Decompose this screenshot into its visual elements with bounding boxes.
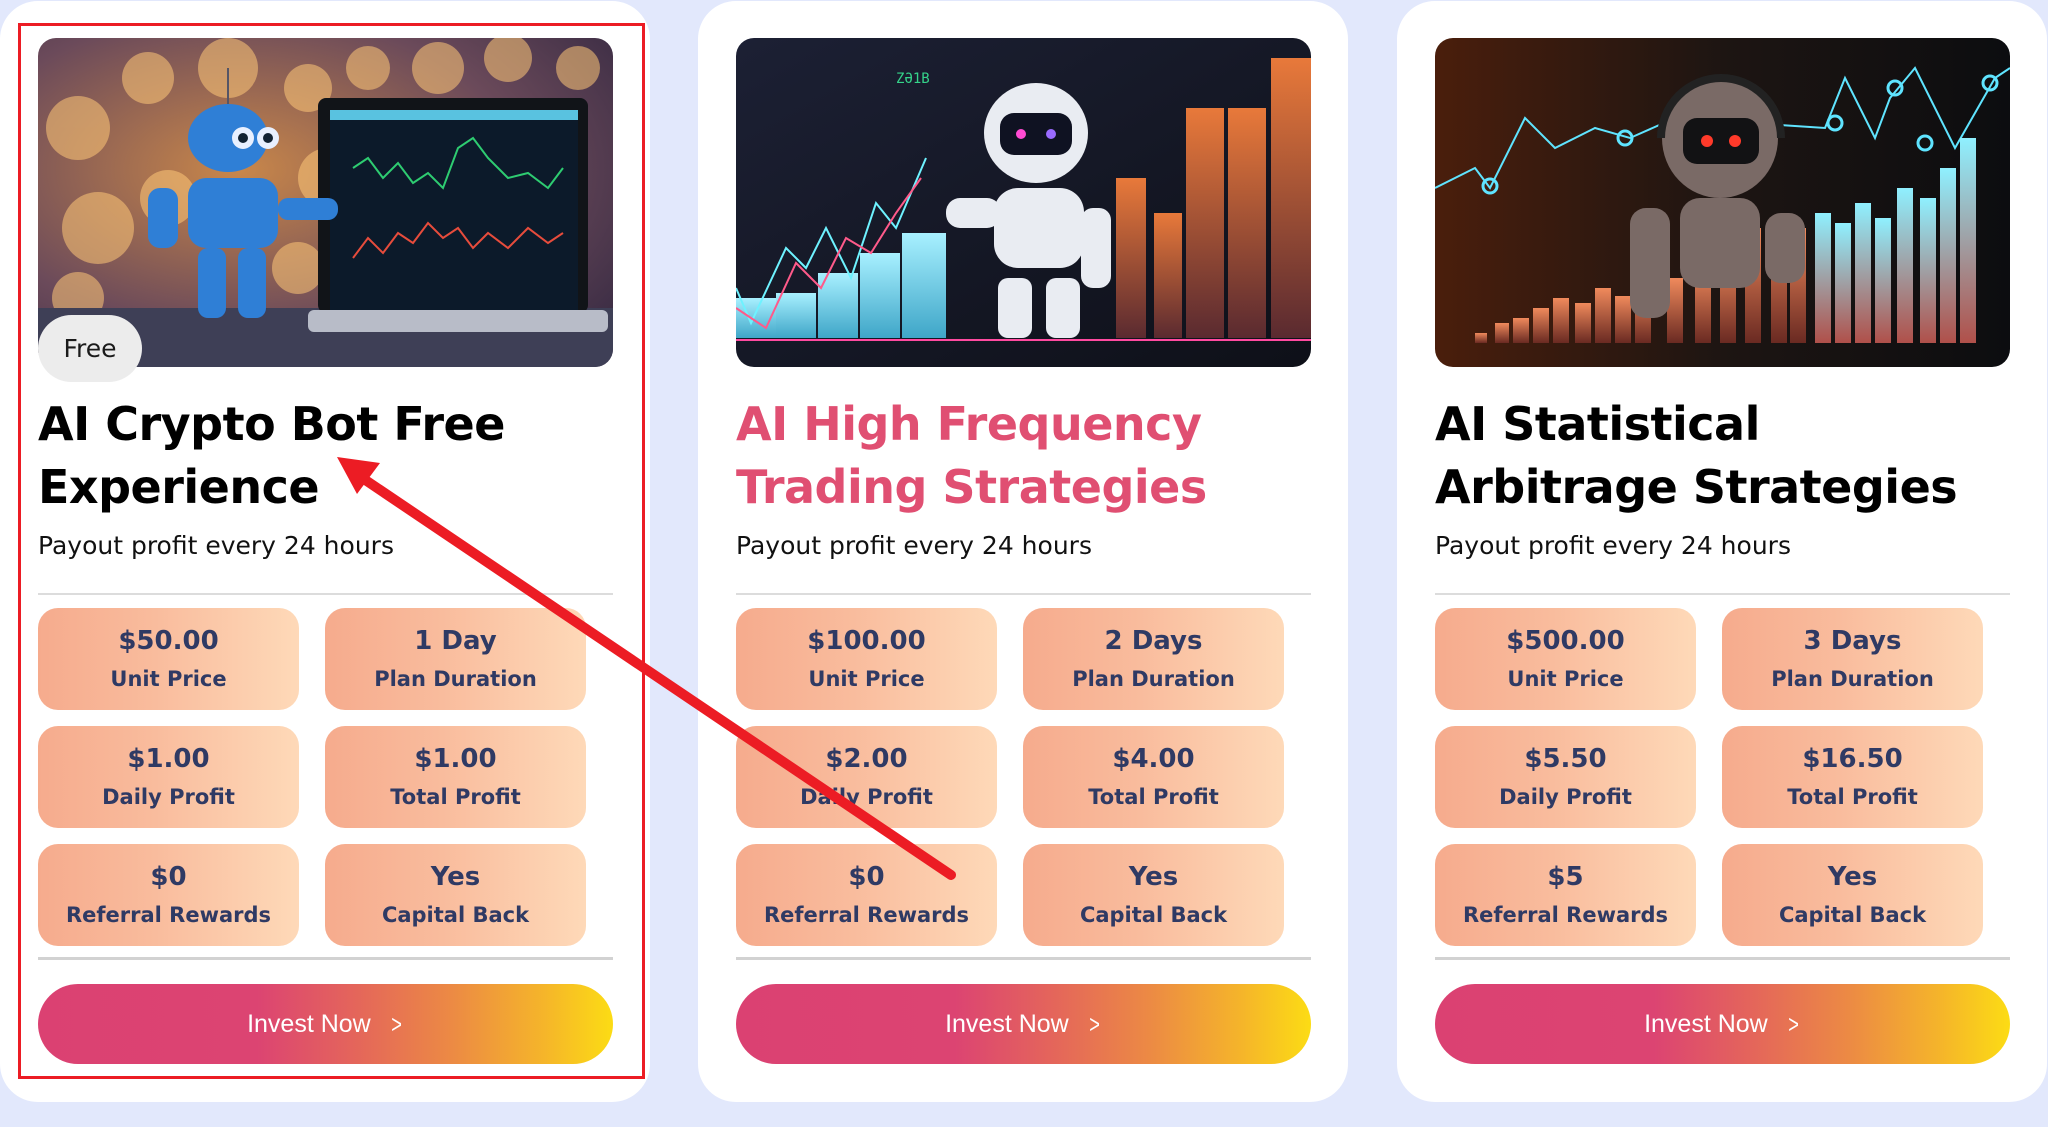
stat-capital-back: Yes Capital Back bbox=[1023, 844, 1284, 946]
stat-value: $0 bbox=[848, 862, 885, 892]
stat-label: Daily Profit bbox=[1499, 785, 1632, 809]
chevron-right-icon: > bbox=[1788, 1008, 1799, 1039]
stat-daily-profit: $2.00 Daily Profit bbox=[736, 726, 997, 828]
headphone-robot-bar-chart-illustration bbox=[1435, 38, 2010, 367]
stat-referral-rewards: $5 Referral Rewards bbox=[1435, 844, 1696, 946]
stat-total-profit: $16.50 Total Profit bbox=[1722, 726, 1983, 828]
plan-stats: $100.00 Unit Price 2 Days Plan Duration $2… bbox=[736, 608, 1285, 946]
stat-label: Capital Back bbox=[1778, 903, 1927, 927]
stat-unit-price: $50.00 Unit Price bbox=[38, 608, 299, 710]
robot-laptop-illustration bbox=[38, 38, 613, 367]
stat-label: Daily Profit bbox=[102, 785, 235, 809]
stat-label: Unit Price bbox=[110, 667, 227, 691]
stat-capital-back: Yes Capital Back bbox=[1722, 844, 1983, 946]
stat-capital-back: Yes Capital Back bbox=[325, 844, 586, 946]
stat-total-profit: $4.00 Total Profit bbox=[1023, 726, 1284, 828]
plan-title: AI High Frequency Trading Strategies bbox=[736, 397, 1207, 514]
plan-stats: $500.00 Unit Price 3 Days Plan Duration $5… bbox=[1435, 608, 1984, 946]
stat-value: 2 Days bbox=[1104, 626, 1203, 656]
stat-value: $100.00 bbox=[807, 626, 926, 656]
divider bbox=[1435, 593, 2010, 595]
stat-value: $16.50 bbox=[1802, 744, 1903, 774]
stat-label: Total Profit bbox=[390, 785, 521, 809]
plan-card-free: Free AI Crypto Bot Free Experience Payou… bbox=[0, 1, 650, 1102]
plan-subtitle: Payout profit every 24 hours bbox=[38, 531, 394, 560]
stat-value: Yes bbox=[1827, 862, 1878, 892]
divider bbox=[38, 957, 613, 960]
invest-now-button[interactable]: Invest Now > bbox=[1435, 984, 2010, 1064]
stat-label: Plan Duration bbox=[1072, 667, 1235, 691]
divider bbox=[38, 593, 613, 595]
stat-value: $5 bbox=[1547, 862, 1584, 892]
stat-label: Plan Duration bbox=[374, 667, 537, 691]
plan-subtitle: Payout profit every 24 hours bbox=[1435, 531, 1791, 560]
stat-label: Daily Profit bbox=[800, 785, 933, 809]
plan-card-high-frequency: ZƏ1B AI High Frequency Trading Strategie… bbox=[698, 1, 1348, 1102]
white-robot-bar-chart-illustration: ZƏ1B bbox=[736, 38, 1311, 367]
stat-value: Yes bbox=[430, 862, 481, 892]
stat-value: $1.00 bbox=[127, 744, 210, 774]
stat-label: Referral Rewards bbox=[763, 903, 970, 927]
plan-stats: $50.00 Unit Price 1 Day Plan Duration $1.0… bbox=[38, 608, 587, 946]
stat-total-profit: $1.00 Total Profit bbox=[325, 726, 586, 828]
stat-referral-rewards: $0 Referral Rewards bbox=[38, 844, 299, 946]
stat-plan-duration: 2 Days Plan Duration bbox=[1023, 608, 1284, 710]
stat-plan-duration: 1 Day Plan Duration bbox=[325, 608, 586, 710]
invest-now-button[interactable]: Invest Now > bbox=[38, 984, 613, 1064]
invest-now-button[interactable]: Invest Now > bbox=[736, 984, 1311, 1064]
stat-daily-profit: $5.50 Daily Profit bbox=[1435, 726, 1696, 828]
stat-label: Capital Back bbox=[381, 903, 530, 927]
stat-label: Total Profit bbox=[1787, 785, 1918, 809]
svg-text:ZƏ1B: ZƏ1B bbox=[896, 71, 930, 87]
stat-label: Referral Rewards bbox=[1462, 903, 1669, 927]
plan-title: AI Statistical Arbitrage Strategies bbox=[1435, 397, 1958, 514]
stat-daily-profit: $1.00 Daily Profit bbox=[38, 726, 299, 828]
free-badge: Free bbox=[38, 315, 142, 382]
plan-image bbox=[1435, 38, 2010, 367]
divider bbox=[736, 957, 1311, 960]
stat-value: $50.00 bbox=[118, 626, 219, 656]
plan-subtitle: Payout profit every 24 hours bbox=[736, 531, 1092, 560]
stat-plan-duration: 3 Days Plan Duration bbox=[1722, 608, 1983, 710]
stat-label: Referral Rewards bbox=[65, 903, 272, 927]
plan-image bbox=[38, 38, 613, 367]
stat-referral-rewards: $0 Referral Rewards bbox=[736, 844, 997, 946]
plan-card-statistical-arbitrage: AI Statistical Arbitrage Strategies Payo… bbox=[1397, 1, 2047, 1102]
stat-value: $5.50 bbox=[1524, 744, 1607, 774]
stat-value: Yes bbox=[1128, 862, 1179, 892]
stat-value: $2.00 bbox=[825, 744, 908, 774]
chevron-right-icon: > bbox=[1089, 1008, 1100, 1039]
divider bbox=[1435, 957, 2010, 960]
stat-value: 3 Days bbox=[1803, 626, 1902, 656]
invest-now-label: Invest Now bbox=[1644, 1009, 1768, 1038]
plan-title: AI Crypto Bot Free Experience bbox=[38, 397, 505, 514]
invest-now-label: Invest Now bbox=[945, 1009, 1069, 1038]
stat-label: Unit Price bbox=[1507, 667, 1624, 691]
stat-value: 1 Day bbox=[414, 626, 497, 656]
stat-label: Plan Duration bbox=[1771, 667, 1934, 691]
stat-label: Unit Price bbox=[808, 667, 925, 691]
stat-value: $1.00 bbox=[414, 744, 497, 774]
stat-value: $4.00 bbox=[1112, 744, 1195, 774]
divider bbox=[736, 593, 1311, 595]
stat-unit-price: $100.00 Unit Price bbox=[736, 608, 997, 710]
stat-value: $0 bbox=[150, 862, 187, 892]
stat-unit-price: $500.00 Unit Price bbox=[1435, 608, 1696, 710]
stat-label: Total Profit bbox=[1088, 785, 1219, 809]
invest-now-label: Invest Now bbox=[247, 1009, 371, 1038]
stat-value: $500.00 bbox=[1506, 626, 1625, 656]
stat-label: Capital Back bbox=[1079, 903, 1228, 927]
chevron-right-icon: > bbox=[391, 1008, 402, 1039]
plan-image: ZƏ1B bbox=[736, 38, 1311, 367]
